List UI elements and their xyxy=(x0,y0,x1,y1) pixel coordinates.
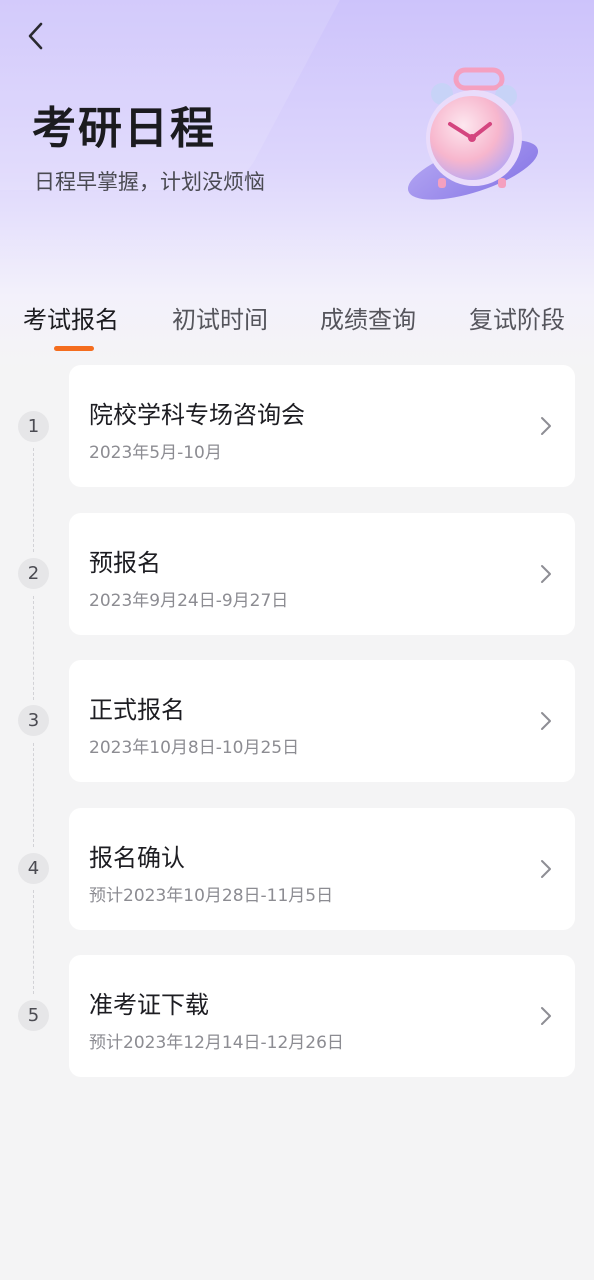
chevron-right-icon xyxy=(541,565,551,583)
step-number-badge: 1 xyxy=(18,411,49,442)
step-number-badge: 5 xyxy=(18,1000,49,1031)
step-number-badge: 2 xyxy=(18,558,49,589)
step-number-badge: 4 xyxy=(18,853,49,884)
schedule-card-title: 报名确认 xyxy=(89,844,185,872)
schedule-card[interactable]: 准考证下载 预计2023年12月14日-12月26日 xyxy=(69,955,575,1077)
schedule-card[interactable]: 正式报名 2023年10月8日-10月25日 xyxy=(69,660,575,782)
schedule-card[interactable]: 预报名 2023年9月24日-9月27日 xyxy=(69,513,575,635)
timeline-connector xyxy=(33,596,34,700)
schedule-card-date: 2023年5月-10月 xyxy=(89,443,222,463)
tab-retest-stage[interactable]: 复试阶段 xyxy=(469,300,565,335)
tab-score-query[interactable]: 成绩查询 xyxy=(320,300,416,335)
tab-exam-registration[interactable]: 考试报名 xyxy=(23,300,119,335)
active-tab-indicator xyxy=(54,346,94,351)
schedule-card-date: 2023年9月24日-9月27日 xyxy=(89,591,289,611)
timeline-connector xyxy=(33,448,34,552)
chevron-right-icon xyxy=(541,417,551,435)
schedule-card-title: 准考证下载 xyxy=(89,991,209,1019)
schedule-card-date: 预计2023年10月28日-11月5日 xyxy=(89,886,334,906)
back-arrow-icon[interactable] xyxy=(20,20,52,52)
schedule-card-title: 正式报名 xyxy=(89,696,185,724)
chevron-right-icon xyxy=(541,1007,551,1025)
schedule-card-date: 预计2023年12月14日-12月26日 xyxy=(89,1033,344,1053)
step-number-badge: 3 xyxy=(18,705,49,736)
alarm-clock-icon xyxy=(407,67,539,200)
page-title: 考研日程 xyxy=(32,103,216,154)
schedule-card-title: 预报名 xyxy=(89,549,161,577)
schedule-card[interactable]: 报名确认 预计2023年10月28日-11月5日 xyxy=(69,808,575,930)
timeline-connector xyxy=(33,743,34,847)
timeline-connector xyxy=(33,890,34,994)
schedule-card-title: 院校学科专场咨询会 xyxy=(89,401,305,429)
chevron-right-icon xyxy=(541,860,551,878)
page-subtitle: 日程早掌握，计划没烦恼 xyxy=(34,170,265,194)
chevron-right-icon xyxy=(541,712,551,730)
tab-preliminary-exam-time[interactable]: 初试时间 xyxy=(172,300,268,335)
schedule-card[interactable]: 院校学科专场咨询会 2023年5月-10月 xyxy=(69,365,575,487)
schedule-card-date: 2023年10月8日-10月25日 xyxy=(89,738,300,758)
